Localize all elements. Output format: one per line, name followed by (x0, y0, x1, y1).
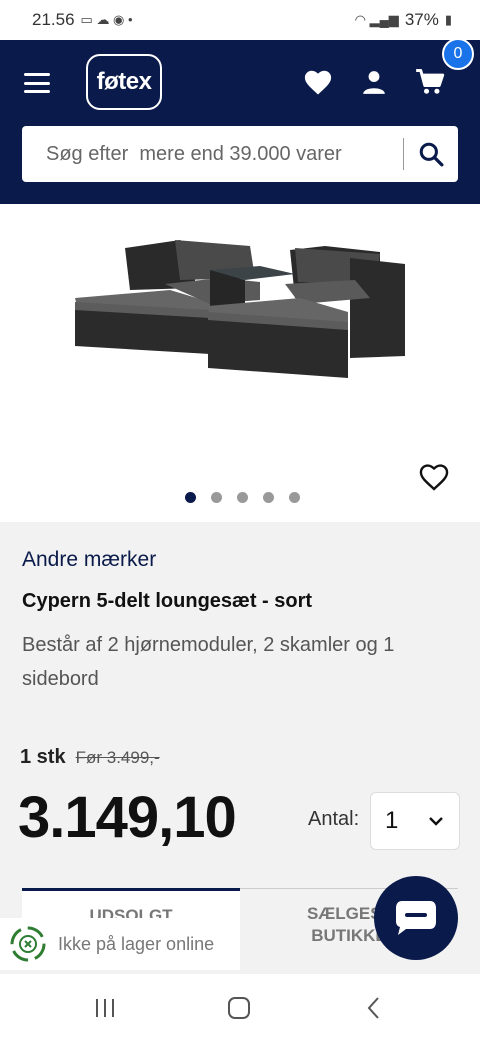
chat-bubble-icon (396, 901, 436, 935)
quantity-value: 1 (385, 807, 399, 834)
gallery-dot-3[interactable] (236, 492, 248, 503)
battery-icon: ▮ (444, 12, 452, 27)
unit-label: 1 stk (20, 746, 66, 768)
current-price: 3.149,10 (18, 785, 237, 850)
quantity-dropdown[interactable]: 1 (370, 792, 460, 850)
cart-count-badge[interactable]: 0 (442, 38, 474, 70)
add-to-favorites-heart-icon[interactable] (418, 462, 452, 494)
notification-icons: ▭ ☁ ◉ • (80, 12, 133, 27)
recent-apps-icon[interactable] (85, 990, 125, 1026)
product-title: Cypern 5-delt loungesæt - sort (22, 590, 313, 612)
old-price: Før 3.499,- (75, 748, 160, 767)
shopping-cart-icon[interactable] (412, 64, 448, 100)
gallery-dot-5[interactable] (288, 492, 300, 503)
home-icon[interactable] (219, 990, 259, 1026)
favorites-heart-icon[interactable] (300, 64, 336, 100)
quantity-label: Antal: (308, 808, 360, 830)
product-description: Består af 2 hjørnemoduler, 2 skamler og … (22, 634, 395, 690)
chat-button[interactable] (374, 876, 458, 960)
logo-text: føtex (96, 68, 152, 95)
status-bar: 21.56 ▭ ☁ ◉ • ◠ ▂▄▆ 37% ▮ (0, 0, 480, 40)
gallery-dot-2[interactable] (210, 492, 222, 503)
status-time: 21.56 (32, 10, 75, 29)
account-user-icon[interactable] (356, 64, 392, 100)
product-gallery[interactable] (0, 204, 480, 522)
gallery-pagination (0, 492, 480, 503)
site-header: føtex 0 (0, 38, 480, 204)
out-of-stock-recycle-icon (10, 926, 46, 962)
stock-text: Ikke på lager online (58, 933, 215, 954)
search-input[interactable] (22, 126, 403, 182)
system-navigation-bar (0, 974, 480, 1040)
stock-status: Ikke på lager online (0, 918, 240, 970)
gallery-dot-4[interactable] (262, 492, 274, 503)
status-left: 21.56 ▭ ☁ ◉ • (32, 10, 133, 30)
wifi-signal-icon: ◠ ▂▄▆ (354, 12, 399, 27)
lounge-set-product-image (75, 240, 405, 378)
chevron-down-icon (429, 817, 443, 826)
status-right: ◠ ▂▄▆ 37% ▮ (355, 10, 452, 30)
search-bar (22, 126, 458, 182)
menu-icon[interactable] (24, 73, 50, 93)
search-icon[interactable] (404, 126, 458, 182)
unit-price-row: 1 stk Før 3.499,- (20, 746, 160, 769)
cart-count: 0 (453, 45, 463, 62)
gallery-dot-1[interactable] (184, 492, 196, 503)
battery-percent: 37% (404, 10, 439, 29)
back-icon[interactable] (354, 990, 394, 1026)
foetex-logo[interactable]: føtex (86, 54, 162, 110)
product-brand[interactable]: Andre mærker (22, 548, 156, 572)
